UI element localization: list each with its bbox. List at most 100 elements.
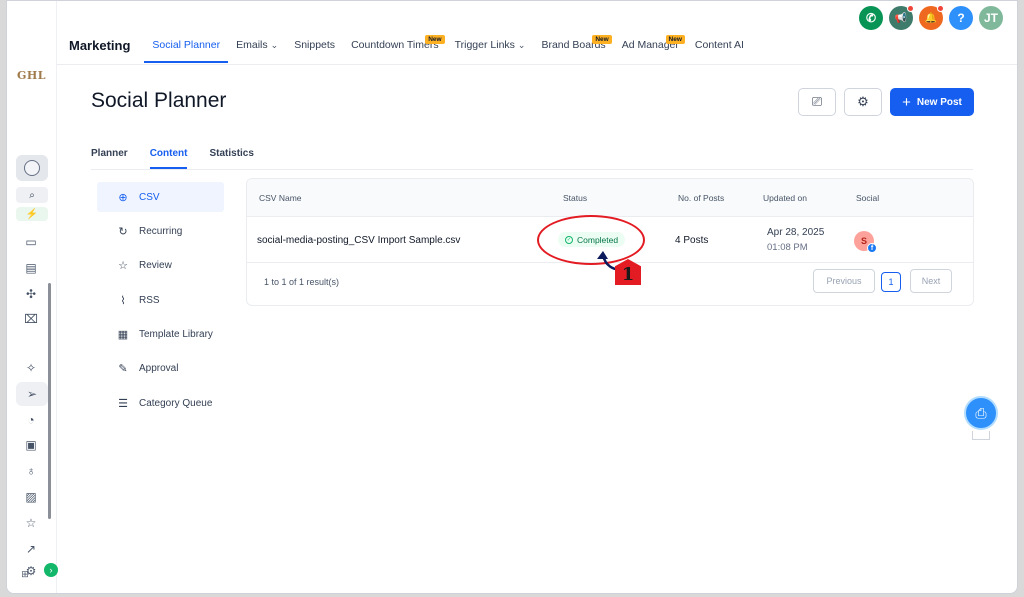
reporting-icon[interactable]: ↗ <box>21 539 41 559</box>
annotation-highlight <box>537 215 645 265</box>
notification-dot <box>937 5 944 12</box>
nav-label: Emails <box>236 39 268 51</box>
plus-icon: + <box>902 93 911 111</box>
top-icons: ✆ 📢 🔔? JT <box>859 5 1003 30</box>
submenu-item-recurring[interactable]: ↻ Recurring <box>97 216 224 246</box>
col-updated[interactable]: Updated on <box>763 193 807 203</box>
trash-icon[interactable]: ⌧ <box>21 309 41 329</box>
send-icon[interactable]: ➢ <box>16 382 48 406</box>
next-button[interactable]: Next <box>910 269 952 293</box>
feedback-icon: ⎚ <box>811 94 823 109</box>
rail-scrollbar[interactable] <box>48 283 51 519</box>
nav-ad-manager[interactable]: Ad Manager New <box>614 35 687 63</box>
sparkle-icon[interactable]: ✧ <box>21 358 41 378</box>
queue-icon: ☰ <box>118 397 128 410</box>
apps-icon[interactable]: ✣ <box>21 284 41 304</box>
submenu-label: Recurring <box>139 225 183 237</box>
submenu-item-csv[interactable]: ⊕ CSV <box>97 182 224 212</box>
nav-label: Trigger Links <box>454 39 515 51</box>
submenu-item-review[interactable]: ☆ Review <box>97 251 224 281</box>
submenu-label: RSS <box>139 294 160 306</box>
recurring-icon: ↻ <box>118 225 128 238</box>
phone-icon[interactable]: ✆ <box>859 6 883 30</box>
table-header: CSV Name Status No. of Posts Updated on … <box>247 179 973 217</box>
media-icon[interactable]: ▨ <box>21 487 41 507</box>
search-button[interactable]: ⌕ <box>16 187 48 203</box>
facebook-icon: f <box>867 243 877 253</box>
submenu-label: Category Queue <box>139 397 213 409</box>
col-status[interactable]: Status <box>563 193 587 203</box>
updated-date: Apr 28, 2025 <box>767 227 825 238</box>
grid-icon[interactable]: ⊞ <box>15 564 35 584</box>
reputation-icon[interactable]: ♁ <box>21 461 41 481</box>
quick-actions-button[interactable]: ⚡ <box>16 207 48 221</box>
app-window: GHL ⌕ ⚡ ▭ ▤ ✣ ⌧ ✧ ➢ ◔ ▣ ♁ ▨ ☆ ↗ ⚙ ⊞ › ✆ 📢… <box>6 0 1018 594</box>
settings-button[interactable]: ⚙ <box>844 88 882 116</box>
feedback-button[interactable]: ⎚ <box>798 88 836 116</box>
account-icon <box>24 160 40 176</box>
megaphone-icon[interactable]: 📢 <box>889 5 914 30</box>
chevron-down-icon: ⌄ <box>517 40 526 50</box>
nav-social-planner[interactable]: Social Planner <box>144 39 229 63</box>
content-tabs: Planner Content Statistics <box>91 148 973 170</box>
nav-brand-boards[interactable]: Brand Boards New <box>533 35 613 63</box>
posts-count-cell: 4 Posts <box>675 235 709 246</box>
col-posts[interactable]: No. of Posts <box>678 193 724 203</box>
submenu-item-template-library[interactable]: ▦ Template Library <box>97 320 224 350</box>
sites-icon[interactable]: ▣ <box>21 435 41 455</box>
col-csv-name[interactable]: CSV Name <box>259 193 302 203</box>
submenu-item-category-queue[interactable]: ☰ Category Queue <box>97 388 224 418</box>
account-switcher[interactable] <box>16 155 48 181</box>
template-icon: ▦ <box>117 329 129 342</box>
inbox-icon[interactable]: ▤ <box>21 258 41 278</box>
submenu-label: Review <box>139 260 172 272</box>
nav-trigger-links[interactable]: Trigger Links ⌄ <box>447 39 534 63</box>
new-badge: New <box>425 35 445 44</box>
col-social[interactable]: Social <box>856 193 879 203</box>
tab-planner[interactable]: Planner <box>91 148 128 169</box>
nav-label: Snippets <box>294 39 336 51</box>
chat-support-button[interactable]: ⎙ <box>964 396 998 430</box>
content-submenu: ⊕ CSV ↻ Recurring ☆ Review ⌇ RSS ▦ Template Libra… <box>97 182 224 423</box>
nav-snippets[interactable]: Snippets <box>286 39 343 63</box>
left-rail: GHL ⌕ ⚡ ▭ ▤ ✣ ⌧ ✧ ➢ ◔ ▣ ♁ ▨ ☆ ↗ ⚙ ⊞ › <box>7 1 58 593</box>
submenu-label: Approval <box>139 363 179 375</box>
chat-icon: ⎙ <box>975 404 987 421</box>
submenu-item-rss[interactable]: ⌇ RSS <box>97 285 224 315</box>
page-1-button[interactable]: 1 <box>881 272 901 292</box>
search-icon: ⌕ <box>29 189 35 201</box>
results-count: 1 to 1 of 1 result(s) <box>264 277 340 287</box>
automation-icon[interactable]: ◔ <box>21 410 41 430</box>
submenu-label: Template Library <box>139 329 213 341</box>
page-title: Social Planner <box>91 89 227 112</box>
nav-countdown-timers[interactable]: Countdown Timers New <box>343 35 447 63</box>
calendar-icon[interactable]: ▭ <box>21 232 41 252</box>
nav-emails[interactable]: Emails ⌄ <box>228 39 286 63</box>
tab-statistics[interactable]: Statistics <box>209 148 253 169</box>
upload-icon: ⊕ <box>118 191 128 204</box>
tab-content[interactable]: Content <box>149 148 188 169</box>
star-icon: ☆ <box>118 260 128 273</box>
user-avatar[interactable]: JT <box>979 6 1003 30</box>
top-bar: ✆ 📢 🔔? JT Marketing Social Planner Emails ⌄ Sn… <box>57 1 1017 65</box>
section-title: Marketing <box>69 38 131 53</box>
notification-dot <box>907 5 914 12</box>
rss-icon: ⌇ <box>120 294 126 307</box>
chevron-right-icon: › <box>49 565 53 575</box>
submenu-item-approval[interactable]: ✎ Approval <box>97 354 224 384</box>
approval-icon: ✎ <box>118 363 128 376</box>
nav-label: Content AI <box>694 39 744 51</box>
reviews-star-icon[interactable]: ☆ <box>21 513 41 533</box>
new-post-button[interactable]: + New Post <box>890 88 974 116</box>
expand-sidebar-button[interactable]: › <box>44 563 58 577</box>
brand-logo: GHL <box>17 69 47 82</box>
help-icon[interactable]: ? <box>949 6 973 30</box>
new-post-label: New Post <box>916 96 962 108</box>
submenu-label: CSV <box>139 191 160 203</box>
chat-widget-handle[interactable] <box>972 431 990 440</box>
csv-name-cell[interactable]: social-media-posting_CSV Import Sample.c… <box>257 235 460 246</box>
previous-button[interactable]: Previous <box>813 269 875 293</box>
bell-icon[interactable]: 🔔 <box>919 5 944 30</box>
nav-content-ai[interactable]: Content AI <box>687 39 752 63</box>
bolt-icon: ⚡ <box>25 208 39 220</box>
